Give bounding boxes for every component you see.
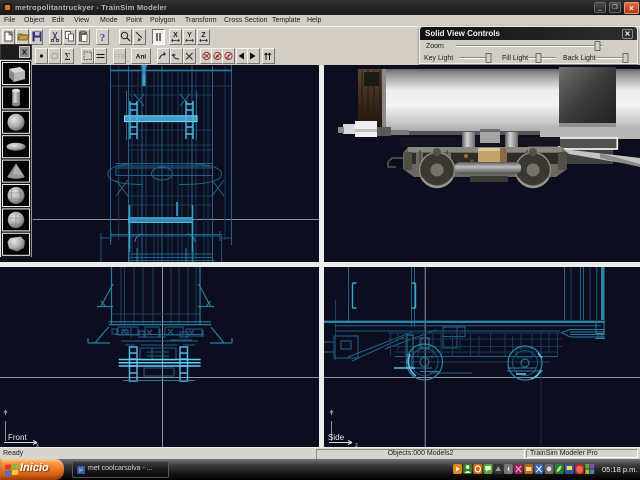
svg-text:Front: Front bbox=[8, 433, 27, 442]
svg-text:Y: Y bbox=[187, 32, 192, 39]
svg-text:Zoom: Zoom bbox=[426, 43, 444, 50]
svg-text:05:18 p.m.: 05:18 p.m. bbox=[602, 465, 637, 474]
svg-text:FFB: FFB bbox=[114, 55, 125, 61]
svg-text:Side: Side bbox=[328, 433, 345, 442]
svg-text:X: X bbox=[173, 32, 178, 39]
svg-text:Key Light: Key Light bbox=[424, 55, 453, 62]
svg-text:Back Light: Back Light bbox=[563, 55, 596, 62]
svg-text:Σ: Σ bbox=[65, 52, 71, 63]
svg-text:Fill Light: Fill Light bbox=[502, 55, 528, 62]
svg-text:z: z bbox=[227, 55, 230, 61]
svg-text:Z: Z bbox=[201, 32, 206, 39]
svg-text:Ani: Ani bbox=[136, 54, 147, 61]
svg-text:?: ? bbox=[100, 32, 106, 44]
